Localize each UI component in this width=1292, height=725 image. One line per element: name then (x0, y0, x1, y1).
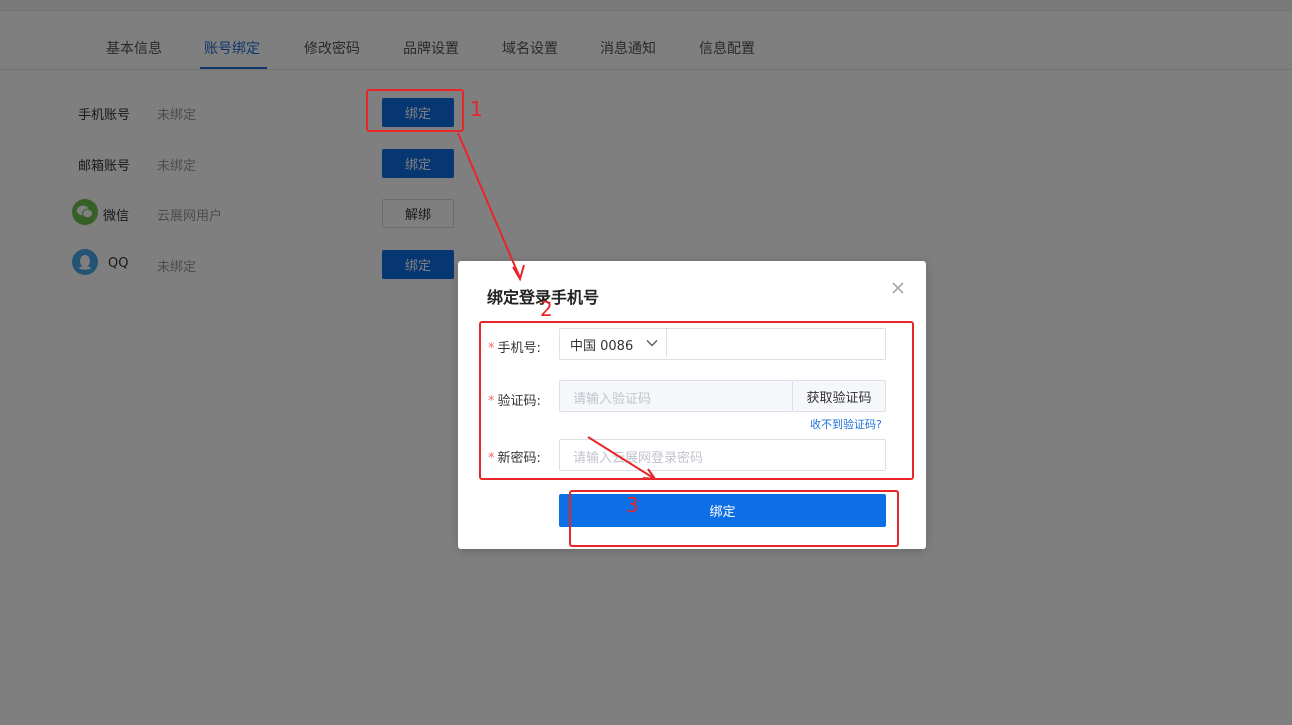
annotation-number-1: 1 (470, 97, 483, 121)
annotation-box-2 (479, 321, 914, 480)
annotation-number-2: 2 (540, 297, 553, 321)
annotation-box-3 (569, 490, 899, 547)
close-icon[interactable] (888, 278, 908, 298)
annotation-number-3: 3 (626, 493, 639, 517)
annotation-box-1 (366, 89, 464, 132)
